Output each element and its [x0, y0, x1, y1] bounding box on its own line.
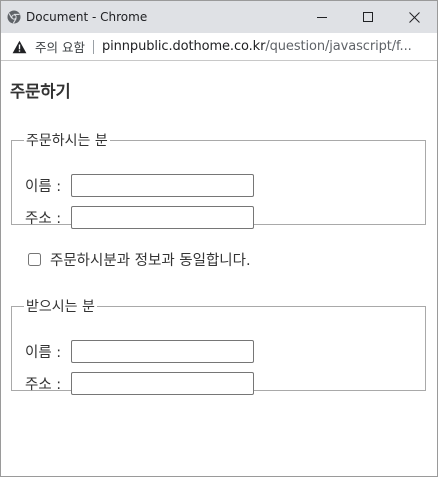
minimize-button[interactable] — [299, 1, 345, 33]
receiver-name-input[interactable] — [71, 340, 254, 363]
page-content: 주문하기 주문하시는 분 이름 : 주소 : 주문하시분과 정보과 동일합니다.… — [1, 61, 437, 476]
title-bar: Document - Chrome — [1, 1, 437, 33]
receiver-legend: 받으시는 분 — [26, 299, 95, 315]
same-info-checkbox[interactable] — [28, 253, 41, 266]
receiver-address-label: 주소 : — [25, 377, 62, 393]
same-info-label[interactable]: 주문하시분과 정보과 동일합니다. — [50, 249, 251, 270]
minimize-icon — [317, 17, 327, 18]
orderer-name-input[interactable] — [71, 174, 254, 197]
maximize-button[interactable] — [345, 1, 391, 33]
orderer-address-label: 주소 : — [25, 211, 62, 227]
maximize-icon — [363, 12, 373, 22]
url-domain: pinnpublic.dothome.co.kr — [101, 39, 266, 54]
close-icon — [408, 11, 420, 23]
address-divider — [92, 39, 94, 54]
page-title: 주문하기 — [10, 82, 71, 101]
receiver-address-row: 주소 : — [25, 372, 254, 395]
same-info-row: 주문하시분과 정보과 동일합니다. — [28, 249, 251, 270]
orderer-legend: 주문하시는 분 — [26, 133, 108, 149]
receiver-name-row: 이름 : — [25, 340, 254, 363]
warning-icon[interactable] — [12, 40, 27, 54]
orderer-fieldset: 주문하시는 분 이름 : 주소 : — [11, 130, 426, 229]
address-bar[interactable]: 주의 요함 pinnpublic.dothome.co.kr/question/… — [1, 33, 437, 61]
receiver-address-input[interactable] — [71, 372, 254, 395]
browser-window: Document - Chrome 주의 요함 pinnpublic.dotho… — [0, 0, 438, 477]
chrome-icon — [7, 10, 21, 24]
window-controls — [299, 1, 437, 33]
orderer-name-row: 이름 : — [25, 174, 254, 197]
not-secure-label[interactable]: 주의 요함 — [35, 37, 85, 56]
receiver-fieldset: 받으시는 분 이름 : 주소 : — [11, 296, 426, 395]
receiver-name-label: 이름 : — [25, 345, 62, 361]
orderer-name-label: 이름 : — [25, 179, 62, 195]
orderer-address-input[interactable] — [71, 206, 254, 229]
close-button[interactable] — [391, 1, 437, 33]
url-text[interactable]: pinnpublic.dothome.co.kr/question/javasc… — [102, 39, 412, 54]
url-path: /question/javascript/f... — [265, 39, 412, 54]
window-title: Document - Chrome — [26, 10, 148, 24]
orderer-address-row: 주소 : — [25, 206, 254, 229]
